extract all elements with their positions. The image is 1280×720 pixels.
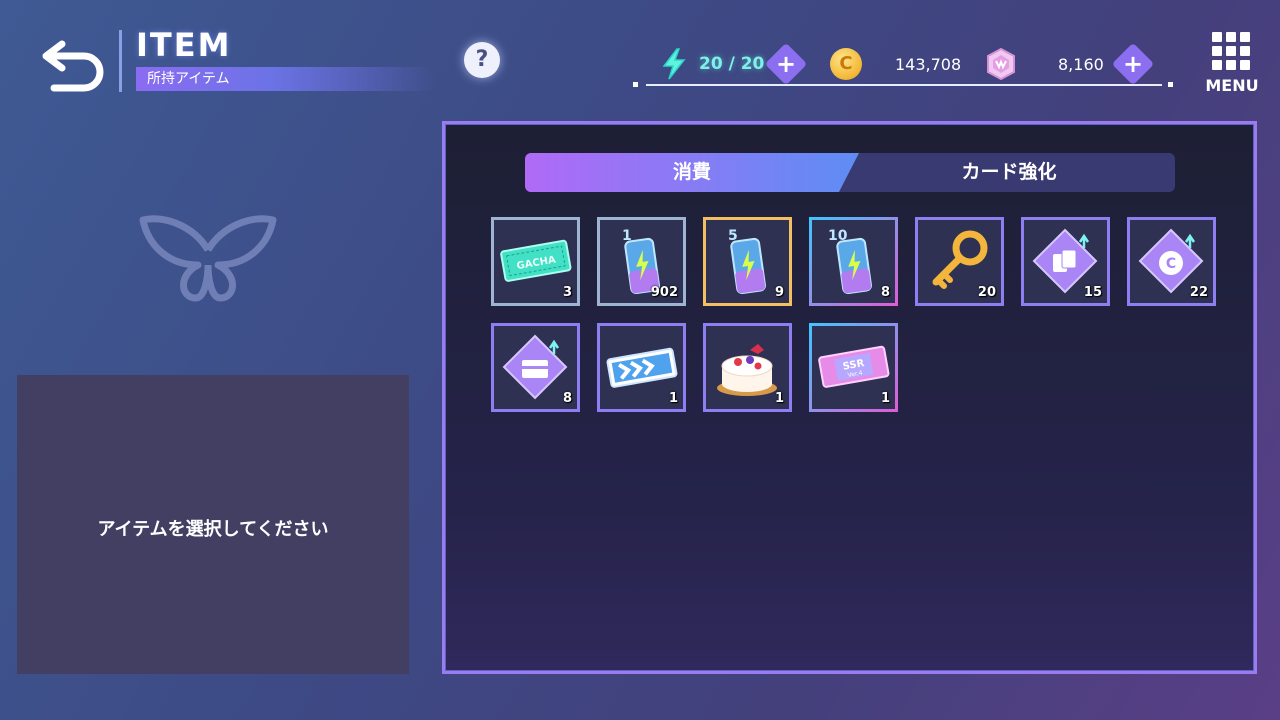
item-count: 8 [880,285,890,300]
butterfly-logo-icon [139,215,277,302]
item-count: 3 [562,285,572,300]
item-slot-skip-ticket[interactable]: 1 [597,323,686,412]
item-slot-energy-drink-1[interactable]: 1 902 [597,217,686,306]
tab-consumable[interactable]: 消費 [525,153,859,192]
title-divider [119,30,122,92]
item-slot-energy-drink-5[interactable]: 5 9 [703,217,792,306]
plus-icon: + [775,50,797,78]
gem-value: 8,160 [1058,55,1104,74]
item-slot-cake[interactable]: 1 [703,323,792,412]
select-item-prompt: アイテムを選択してください [97,519,329,540]
item-count: 22 [1189,285,1208,300]
item-slot-gold-key[interactable]: 20 [915,217,1004,306]
item-count: 8 [562,391,572,406]
page-subtitle: 所持アイテム [136,67,436,91]
item-count: 1 [668,391,678,406]
help-button[interactable]: ? [464,42,500,78]
item-slot-chest-upgrade[interactable]: 8 [491,323,580,412]
category-tabs: カード強化 消費 [525,153,1175,192]
item-slot-energy-drink-10[interactable]: 10 8 [809,217,898,306]
item-count: 15 [1083,285,1102,300]
item-slot-card-upgrade[interactable]: 15 [1021,217,1110,306]
coin-icon: C [830,48,862,80]
item-detail-panel: アイテムを選択してください [17,375,409,674]
resource-bar-dot-left [633,82,638,87]
back-arrow-icon [42,40,104,92]
item-slot-gacha-ticket[interactable]: GACHA 3 [491,217,580,306]
plus-icon: + [1122,50,1144,78]
energy-drink-badge: 1 [622,228,632,244]
tab-card-enhance[interactable]: カード強化 [843,153,1175,192]
item-count: 20 [977,285,996,300]
add-energy-button[interactable]: + [764,42,808,86]
add-gem-button[interactable]: + [1111,42,1155,86]
item-count: 902 [650,285,678,300]
item-count: 1 [774,391,784,406]
back-button[interactable] [40,36,110,92]
energy-value: 20 / 20 [699,54,765,74]
item-list-panel: カード強化 消費 GACHA 3 1 902 5 9 10 8 20 15 C … [442,121,1257,674]
energy-drink-badge: 5 [728,228,738,244]
item-slot-ssr-ticket[interactable]: SSR Ver.4 1 [809,323,898,412]
coin-upgrade-symbol: C [1166,256,1176,272]
energy-drink-badge: 10 [828,228,848,244]
resource-bar-dot-right [1168,82,1173,87]
menu-grid-icon [1212,32,1252,72]
item-count: 9 [774,285,784,300]
item-slot-coin-upgrade[interactable]: C 22 [1127,217,1216,306]
coin-value: 143,708 [895,55,962,74]
item-count: 1 [880,391,890,406]
gem-icon [987,48,1015,80]
menu-button[interactable]: MENU [1204,32,1260,95]
energy-icon [662,48,686,80]
resource-bar-line [646,84,1162,86]
page-title: ITEM [136,26,232,64]
menu-label: MENU [1205,76,1259,95]
